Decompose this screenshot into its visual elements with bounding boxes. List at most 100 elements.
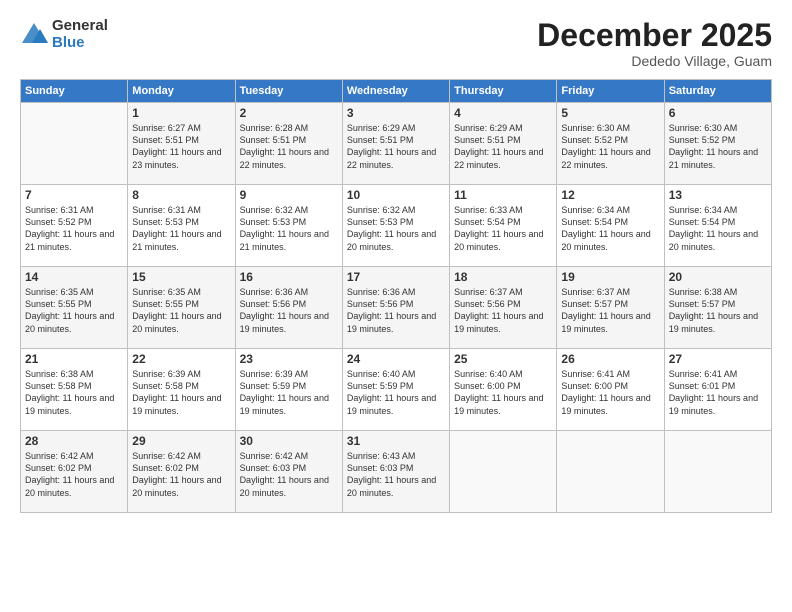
day-number: 4 — [454, 106, 552, 120]
cell-info: Sunrise: 6:35 AMSunset: 5:55 PMDaylight:… — [25, 286, 123, 335]
cell-info: Sunrise: 6:30 AMSunset: 5:52 PMDaylight:… — [561, 122, 659, 171]
day-number: 25 — [454, 352, 552, 366]
title-block: December 2025 Dededo Village, Guam — [537, 18, 772, 69]
month-title: December 2025 — [537, 18, 772, 53]
day-number: 7 — [25, 188, 123, 202]
day-number: 6 — [669, 106, 767, 120]
calendar-cell: 7 Sunrise: 6:31 AMSunset: 5:52 PMDaylight… — [21, 185, 128, 267]
cell-info: Sunrise: 6:32 AMSunset: 5:53 PMDaylight:… — [240, 204, 338, 253]
cell-info: Sunrise: 6:34 AMSunset: 5:54 PMDaylight:… — [669, 204, 767, 253]
calendar-cell: 18 Sunrise: 6:37 AMSunset: 5:56 PMDayligh… — [450, 267, 557, 349]
day-number: 22 — [132, 352, 230, 366]
day-number: 20 — [669, 270, 767, 284]
logo-icon — [20, 21, 48, 49]
cell-info: Sunrise: 6:37 AMSunset: 5:56 PMDaylight:… — [454, 286, 552, 335]
calendar-cell: 10Sunrise: 6:32 AMSunset: 5:53 PMDayligh… — [342, 185, 449, 267]
week-row-5: 28 Sunrise: 6:42 AMSunset: 6:02 PMDayligh… — [21, 431, 772, 513]
calendar-cell: 16 Sunrise: 6:36 AMSunset: 5:56 PMDayligh… — [235, 267, 342, 349]
day-number: 17 — [347, 270, 445, 284]
day-number: 28 — [25, 434, 123, 448]
header-day-sunday: Sunday — [21, 80, 128, 103]
day-number: 27 — [669, 352, 767, 366]
day-number: 13 — [669, 188, 767, 202]
calendar-cell: 19 Sunrise: 6:37 AMSunset: 5:57 PMDayligh… — [557, 267, 664, 349]
logo: General Blue — [20, 18, 108, 51]
calendar-cell: 30 Sunrise: 6:42 AMSunset: 6:03 PMDayligh… — [235, 431, 342, 513]
cell-info: Sunrise: 6:28 AMSunset: 5:51 PMDaylight:… — [240, 122, 338, 171]
cell-info: Sunrise: 6:42 AMSunset: 6:02 PMDaylight:… — [25, 450, 123, 499]
header-day-saturday: Saturday — [664, 80, 771, 103]
day-number: 31 — [347, 434, 445, 448]
cell-info: Sunrise: 6:35 AMSunset: 5:55 PMDaylight:… — [132, 286, 230, 335]
cell-info: Sunrise: 6:41 AMSunset: 6:01 PMDaylight:… — [669, 368, 767, 417]
calendar-cell: 28 Sunrise: 6:42 AMSunset: 6:02 PMDayligh… — [21, 431, 128, 513]
day-number: 16 — [240, 270, 338, 284]
calendar-cell: 24Sunrise: 6:40 AMSunset: 5:59 PMDayligh… — [342, 349, 449, 431]
day-number: 30 — [240, 434, 338, 448]
day-number: 26 — [561, 352, 659, 366]
calendar-page: General Blue December 2025 Dededo Villag… — [0, 0, 792, 612]
calendar-cell: 8 Sunrise: 6:31 AMSunset: 5:53 PMDaylight… — [128, 185, 235, 267]
cell-info: Sunrise: 6:39 AMSunset: 5:58 PMDaylight:… — [132, 368, 230, 417]
day-number: 18 — [454, 270, 552, 284]
header-day-monday: Monday — [128, 80, 235, 103]
cell-info: Sunrise: 6:38 AMSunset: 5:57 PMDaylight:… — [669, 286, 767, 335]
calendar-cell: 26 Sunrise: 6:41 AMSunset: 6:00 PMDayligh… — [557, 349, 664, 431]
calendar-table: SundayMondayTuesdayWednesdayThursdayFrid… — [20, 79, 772, 513]
calendar-cell: 12 Sunrise: 6:34 AMSunset: 5:54 PMDayligh… — [557, 185, 664, 267]
header-day-thursday: Thursday — [450, 80, 557, 103]
cell-info: Sunrise: 6:42 AMSunset: 6:03 PMDaylight:… — [240, 450, 338, 499]
day-number: 1 — [132, 106, 230, 120]
calendar-cell: 2Sunrise: 6:28 AMSunset: 5:51 PMDaylight… — [235, 103, 342, 185]
day-number: 23 — [240, 352, 338, 366]
cell-info: Sunrise: 6:40 AMSunset: 6:00 PMDaylight:… — [454, 368, 552, 417]
calendar-cell: 13 Sunrise: 6:34 AMSunset: 5:54 PMDayligh… — [664, 185, 771, 267]
cell-info: Sunrise: 6:30 AMSunset: 5:52 PMDaylight:… — [669, 122, 767, 171]
calendar-cell: 25 Sunrise: 6:40 AMSunset: 6:00 PMDayligh… — [450, 349, 557, 431]
week-row-3: 14 Sunrise: 6:35 AMSunset: 5:55 PMDayligh… — [21, 267, 772, 349]
week-row-4: 21Sunrise: 6:38 AMSunset: 5:58 PMDayligh… — [21, 349, 772, 431]
logo-text: General Blue — [52, 18, 108, 51]
cell-info: Sunrise: 6:36 AMSunset: 5:56 PMDaylight:… — [240, 286, 338, 335]
calendar-cell: 6 Sunrise: 6:30 AMSunset: 5:52 PMDaylight… — [664, 103, 771, 185]
day-number: 5 — [561, 106, 659, 120]
calendar-cell: 20 Sunrise: 6:38 AMSunset: 5:57 PMDayligh… — [664, 267, 771, 349]
location-subtitle: Dededo Village, Guam — [537, 53, 772, 69]
header-day-wednesday: Wednesday — [342, 80, 449, 103]
cell-info: Sunrise: 6:31 AMSunset: 5:53 PMDaylight:… — [132, 204, 230, 253]
day-number: 11 — [454, 188, 552, 202]
calendar-cell: 17 Sunrise: 6:36 AMSunset: 5:56 PMDayligh… — [342, 267, 449, 349]
day-number: 8 — [132, 188, 230, 202]
calendar-cell: 21Sunrise: 6:38 AMSunset: 5:58 PMDayligh… — [21, 349, 128, 431]
day-number: 21 — [25, 352, 123, 366]
header: General Blue December 2025 Dededo Villag… — [20, 18, 772, 69]
day-number: 19 — [561, 270, 659, 284]
calendar-cell: 27 Sunrise: 6:41 AMSunset: 6:01 PMDayligh… — [664, 349, 771, 431]
cell-info: Sunrise: 6:29 AMSunset: 5:51 PMDaylight:… — [454, 122, 552, 171]
calendar-cell: 31Sunrise: 6:43 AMSunset: 6:03 PMDayligh… — [342, 431, 449, 513]
calendar-cell — [664, 431, 771, 513]
cell-info: Sunrise: 6:40 AMSunset: 5:59 PMDaylight:… — [347, 368, 445, 417]
calendar-cell: 15 Sunrise: 6:35 AMSunset: 5:55 PMDayligh… — [128, 267, 235, 349]
calendar-cell: 4 Sunrise: 6:29 AMSunset: 5:51 PMDaylight… — [450, 103, 557, 185]
calendar-cell — [557, 431, 664, 513]
header-row: SundayMondayTuesdayWednesdayThursdayFrid… — [21, 80, 772, 103]
day-number: 15 — [132, 270, 230, 284]
cell-info: Sunrise: 6:27 AMSunset: 5:51 PMDaylight:… — [132, 122, 230, 171]
day-number: 3 — [347, 106, 445, 120]
calendar-cell: 23 Sunrise: 6:39 AMSunset: 5:59 PMDayligh… — [235, 349, 342, 431]
cell-info: Sunrise: 6:37 AMSunset: 5:57 PMDaylight:… — [561, 286, 659, 335]
calendar-cell — [21, 103, 128, 185]
day-number: 12 — [561, 188, 659, 202]
cell-info: Sunrise: 6:31 AMSunset: 5:52 PMDaylight:… — [25, 204, 123, 253]
day-number: 14 — [25, 270, 123, 284]
calendar-cell: 9Sunrise: 6:32 AMSunset: 5:53 PMDaylight… — [235, 185, 342, 267]
day-number: 29 — [132, 434, 230, 448]
cell-info: Sunrise: 6:39 AMSunset: 5:59 PMDaylight:… — [240, 368, 338, 417]
cell-info: Sunrise: 6:29 AMSunset: 5:51 PMDaylight:… — [347, 122, 445, 171]
cell-info: Sunrise: 6:36 AMSunset: 5:56 PMDaylight:… — [347, 286, 445, 335]
cell-info: Sunrise: 6:41 AMSunset: 6:00 PMDaylight:… — [561, 368, 659, 417]
header-day-friday: Friday — [557, 80, 664, 103]
week-row-1: 1 Sunrise: 6:27 AMSunset: 5:51 PMDaylight… — [21, 103, 772, 185]
cell-info: Sunrise: 6:34 AMSunset: 5:54 PMDaylight:… — [561, 204, 659, 253]
